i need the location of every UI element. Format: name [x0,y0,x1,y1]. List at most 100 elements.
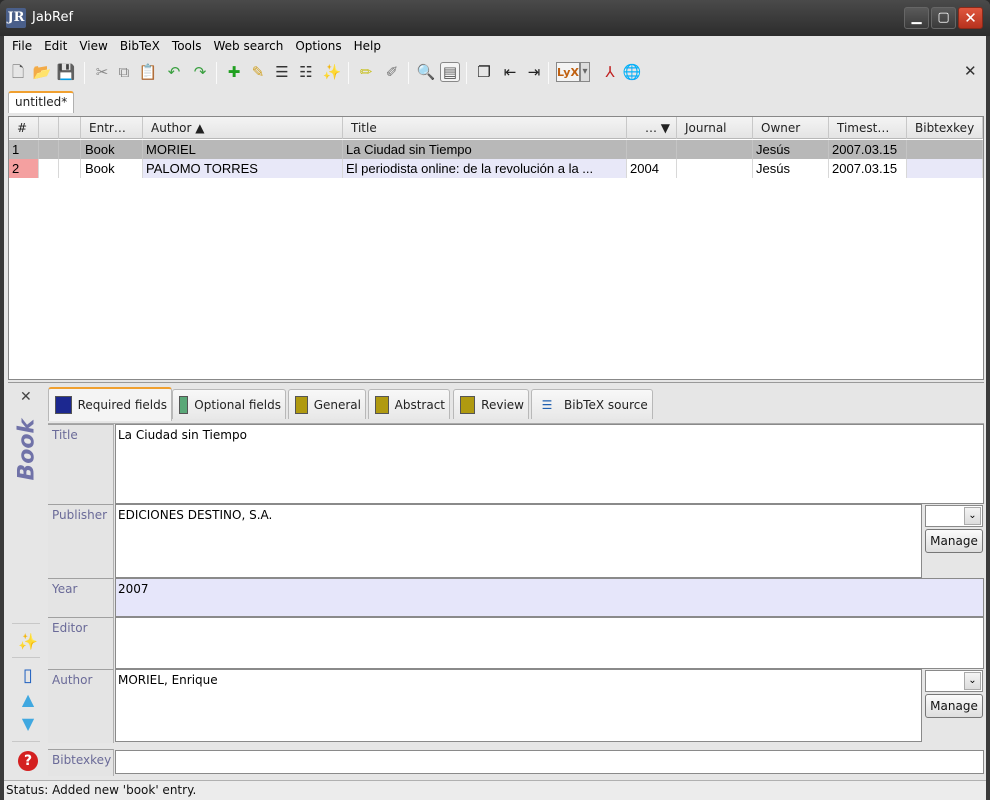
tab-bibtex-source[interactable]: ☰ BibTeX source [531,389,653,419]
tab-color-swatch [55,396,72,414]
toggle-preview-icon[interactable]: ▤ [440,62,460,82]
author-manage-button[interactable]: Manage [925,694,983,718]
open-pdf-icon[interactable]: ⅄ [600,62,620,82]
push-to-lyx-icon[interactable]: LyX [556,62,580,82]
column-header-journal[interactable]: Journal [677,117,753,139]
unmark-entries-icon[interactable]: ✐ [382,62,402,82]
column-header-owner[interactable]: Owner [753,117,829,139]
column-header-title[interactable]: Title [343,117,627,139]
generate-key-icon[interactable]: ✨ [18,631,38,651]
field-label-author: Author [48,669,114,743]
cell-journal [677,140,753,159]
tab-label: Required fields [77,398,167,412]
push-left-icon[interactable]: ⇤ [500,62,520,82]
cell-icon1 [39,140,59,159]
maximize-button[interactable]: ▢ [931,7,956,29]
entry-type-label: Book [14,418,40,481]
minimize-button[interactable]: ▁ [904,7,929,29]
open-url-icon[interactable]: 🌐 [622,62,642,82]
title-field[interactable]: La Ciudad sin Tiempo [115,424,984,504]
new-database-icon[interactable]: 🗋 [8,62,28,82]
column-header-year[interactable]: … ▼ [627,117,677,139]
column-header-timestamp[interactable]: Timest… [829,117,907,139]
field-label-title: Title [48,424,114,504]
toolbar-separator [348,62,349,84]
status-message: Added new 'book' entry. [52,783,197,797]
next-entry-icon[interactable]: ▼ [18,713,38,733]
menu-view[interactable]: View [73,36,113,56]
column-header-author[interactable]: Author ▲ [143,117,343,139]
autogenerate-keys-icon[interactable]: ✨ [322,62,342,82]
table-row[interactable]: 1 Book MORIEL La Ciudad sin Tiempo Jesús… [9,140,983,159]
tab-review[interactable]: Review [453,389,529,419]
close-database-icon[interactable]: ✕ [964,62,977,80]
column-header-number[interactable]: # [9,117,39,139]
menu-bibtex[interactable]: BibTeX [114,36,166,56]
cut-icon[interactable]: ✂ [92,62,112,82]
field-label-year: Year [48,578,114,617]
tab-label: Review [481,397,524,412]
toggle-groups-icon[interactable]: ❐ [474,62,494,82]
editor-field[interactable] [115,617,984,669]
menu-tools[interactable]: Tools [166,36,208,56]
store-entry-icon[interactable]: ▯ [18,665,38,686]
edit-strings-icon[interactable]: ☷ [296,62,316,82]
edit-preamble-icon[interactable]: ☰ [272,62,292,82]
column-header-entrytype[interactable]: Entr… [81,117,143,139]
menu-file[interactable]: File [6,36,38,56]
search-icon[interactable]: 🔍 [416,62,436,82]
table-row[interactable]: 2 Book PALOMO TORRES El periodista onlin… [9,159,983,178]
year-field[interactable]: 2007 [115,578,984,617]
cell-year [627,140,677,159]
toolbar: ✕ 🗋 📂 💾 ✂ ⧉ 📋 ↶ ↷ ✚ ✎ ☰ ☷ ✨ ✏ ✐ 🔍 ▤ ❐ ⇤ ⇥ LyX ▾ ⅄ 🌐 [4,56,986,88]
tab-abstract[interactable]: Abstract [368,389,450,419]
toolbar-separator [466,62,467,84]
help-icon[interactable]: ? [18,751,38,771]
new-entry-icon[interactable]: ✚ [224,62,244,82]
cell-icon1 [39,159,59,178]
mark-entries-icon[interactable]: ✏ [356,62,376,82]
publisher-manage-button[interactable]: Manage [925,529,983,553]
cell-entrytype: Book [81,140,143,159]
cell-author: PALOMO TORRES [143,159,343,178]
column-header-icon1[interactable] [39,117,59,139]
save-database-icon[interactable]: 💾 [56,62,76,82]
tab-general[interactable]: General [288,389,366,419]
edit-entry-icon[interactable]: ✎ [248,62,268,82]
close-window-button[interactable]: ✕ [958,7,983,29]
publisher-select[interactable]: ⌄ [925,505,983,527]
undo-icon[interactable]: ↶ [164,62,184,82]
bibtexkey-field[interactable] [115,750,984,774]
lyx-dropdown-icon[interactable]: ▾ [580,62,590,82]
toolbar-separator [548,62,549,84]
tab-color-swatch [179,395,189,414]
menu-web-search[interactable]: Web search [207,36,289,56]
tab-label: General [313,397,361,412]
tab-required-fields[interactable]: Required fields [48,387,172,421]
jabref-window: JR JabRef ▁ ▢ ✕ File Edit View BibTeX To… [0,0,990,800]
database-tab[interactable]: untitled* [8,91,74,113]
copy-icon[interactable]: ⧉ [114,62,134,82]
close-editor-icon[interactable]: ✕ [20,389,32,405]
menu-options[interactable]: Options [289,36,347,56]
menu-help[interactable]: Help [348,36,387,56]
push-right-icon[interactable]: ⇥ [524,62,544,82]
toolbar-separator [216,62,217,84]
author-field[interactable]: MORIEL, Enrique [115,669,922,742]
column-header-icon2[interactable] [59,117,81,139]
previous-entry-icon[interactable]: ▲ [18,689,38,709]
redo-icon[interactable]: ↷ [190,62,210,82]
publisher-field[interactable]: EDICIONES DESTINO, S.A. [115,504,922,578]
table-header: # Entr… Author ▲ Title … ▼ Journal Owner… [9,117,983,139]
tab-color-swatch [460,395,476,414]
cell-icon2 [59,140,81,159]
paste-icon[interactable]: 📋 [138,62,158,82]
open-database-icon[interactable]: 📂 [32,62,52,82]
chevron-down-icon: ⌄ [964,672,981,690]
tab-optional-fields[interactable]: Optional fields [172,389,286,419]
menu-edit[interactable]: Edit [38,36,73,56]
cell-bibtexkey [907,140,983,159]
author-select[interactable]: ⌄ [925,670,983,692]
column-header-bibtexkey[interactable]: Bibtexkey [907,117,983,139]
tab-label: Abstract [394,397,445,412]
